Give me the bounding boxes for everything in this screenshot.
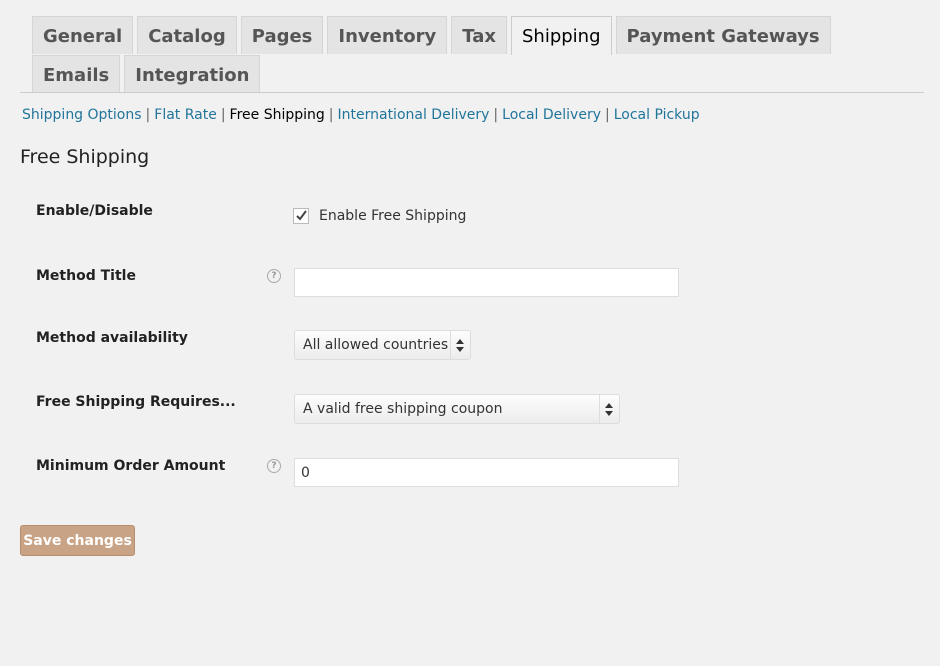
tab-emails[interactable]: Emails bbox=[32, 55, 121, 93]
help-icon[interactable]: ? bbox=[267, 269, 281, 283]
method-title-input[interactable] bbox=[294, 268, 679, 297]
subnav-shipping-options[interactable]: Shipping Options bbox=[22, 107, 142, 123]
tab-divider bbox=[20, 92, 924, 93]
tab-inventory[interactable]: Inventory bbox=[327, 16, 448, 54]
enable-free-shipping-checkbox[interactable] bbox=[293, 208, 309, 224]
subnav-separator: | bbox=[220, 107, 226, 123]
tab-general[interactable]: General bbox=[32, 16, 134, 54]
method-availability-label: Method availability bbox=[36, 330, 188, 346]
subnav-flat-rate[interactable]: Flat Rate bbox=[154, 107, 217, 123]
select-arrows-icon bbox=[599, 395, 619, 423]
checkmark-icon bbox=[296, 210, 307, 221]
enable-free-shipping-label[interactable]: Enable Free Shipping bbox=[319, 208, 466, 224]
select-arrows-icon bbox=[450, 331, 470, 359]
tab-tax[interactable]: Tax bbox=[451, 16, 507, 54]
subnav-separator: | bbox=[605, 107, 610, 123]
shipping-subnav: Shipping Options | Flat Rate | Free Shipping… bbox=[22, 107, 700, 123]
free-shipping-requires-value: A valid free shipping coupon bbox=[303, 401, 503, 417]
tab-shipping[interactable]: Shipping bbox=[510, 16, 612, 55]
subnav-international-delivery[interactable]: International Delivery bbox=[338, 107, 490, 123]
subnav-separator: | bbox=[493, 107, 499, 123]
tab-integration[interactable]: Integration bbox=[124, 55, 261, 93]
tab-payment-gateways[interactable]: Payment Gateways bbox=[615, 16, 831, 54]
method-availability-select[interactable]: All allowed countries bbox=[294, 330, 471, 360]
save-changes-button[interactable]: Save changes bbox=[20, 525, 135, 556]
method-availability-value: All allowed countries bbox=[303, 337, 449, 353]
subnav-separator: | bbox=[145, 107, 151, 123]
subnav-separator: | bbox=[328, 107, 334, 123]
subnav-free-shipping[interactable]: Free Shipping bbox=[230, 107, 325, 123]
subnav-local-delivery[interactable]: Local Delivery bbox=[502, 107, 601, 123]
minimum-order-amount-label: Minimum Order Amount bbox=[36, 458, 226, 474]
tab-pages[interactable]: Pages bbox=[240, 16, 324, 54]
help-icon[interactable]: ? bbox=[267, 459, 281, 473]
tab-catalog[interactable]: Catalog bbox=[137, 16, 237, 54]
subnav-local-pickup[interactable]: Local Pickup bbox=[614, 107, 700, 123]
free-shipping-requires-label: Free Shipping Requires... bbox=[36, 394, 236, 410]
enable-disable-label: Enable/Disable bbox=[36, 203, 153, 219]
method-title-label: Method Title bbox=[36, 268, 136, 284]
minimum-order-amount-input[interactable] bbox=[294, 458, 679, 487]
free-shipping-requires-select[interactable]: A valid free shipping coupon bbox=[294, 394, 620, 424]
section-title: Free Shipping bbox=[20, 146, 150, 168]
settings-tabs: General Catalog Pages Inventory Tax Ship… bbox=[32, 16, 924, 93]
